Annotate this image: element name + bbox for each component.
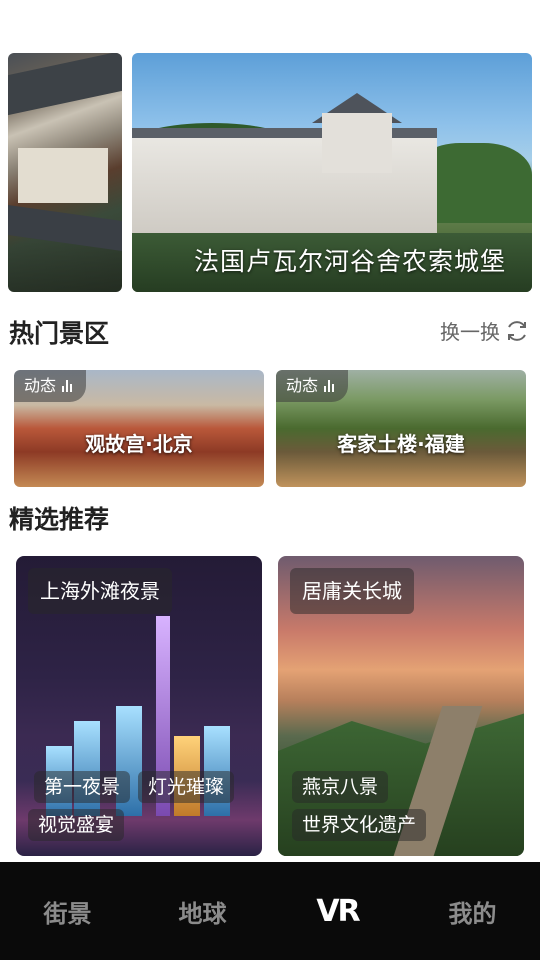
hot-section-title: 热门景区 (9, 319, 110, 348)
refresh-button[interactable]: 换一换 (440, 316, 530, 345)
hot-card-tulou[interactable]: 动态 客家土楼·福建 (276, 370, 526, 487)
rec-card-title: 上海外滩夜景 (28, 568, 172, 614)
rec-tag: 第一夜景 (34, 771, 131, 803)
banner-side-image[interactable] (8, 53, 122, 292)
banner-main-image[interactable]: 法国卢瓦尔河谷舍农索城堡 (132, 53, 532, 292)
rec-tag: 世界文化遗产 (292, 809, 427, 841)
hot-card-name: 观故宫·北京 (85, 432, 193, 456)
nav-street-view[interactable]: 街景 (0, 862, 135, 960)
nav-vr[interactable]: VR (270, 862, 405, 960)
bottom-nav: 街景 地球 VR 我的 (0, 862, 540, 960)
dynamic-tag-label: 动态 (24, 376, 57, 395)
hot-card-name: 客家土楼·福建 (337, 432, 465, 456)
bar-chart-icon (324, 380, 335, 392)
bar-chart-icon (62, 380, 73, 392)
hot-card-forbidden-city[interactable]: 动态 观故宫·北京 (14, 370, 264, 487)
rec-tag: 灯光璀璨 (138, 771, 235, 803)
nav-mine[interactable]: 我的 (405, 862, 540, 960)
dynamic-tag: 动态 (14, 370, 87, 402)
rec-tag: 视觉盛宴 (28, 809, 125, 841)
rec-section-title: 精选推荐 (9, 505, 110, 534)
refresh-icon (508, 320, 526, 341)
rec-card-great-wall[interactable]: 居庸关长城 燕京八景 世界文化遗产 (278, 556, 524, 856)
rec-card-bund-night[interactable]: 上海外滩夜景 第一夜景 灯光璀璨 视觉盛宴 (16, 556, 262, 856)
vr-label: VR (316, 893, 360, 929)
refresh-label: 换一换 (440, 320, 500, 344)
banner-caption: 法国卢瓦尔河谷舍农索城堡 (193, 247, 506, 276)
rec-tag: 燕京八景 (292, 771, 389, 803)
dynamic-tag: 动态 (276, 370, 349, 402)
dynamic-tag-label: 动态 (286, 376, 319, 395)
nav-earth[interactable]: 地球 (135, 862, 270, 960)
rec-card-title: 居庸关长城 (290, 568, 414, 614)
